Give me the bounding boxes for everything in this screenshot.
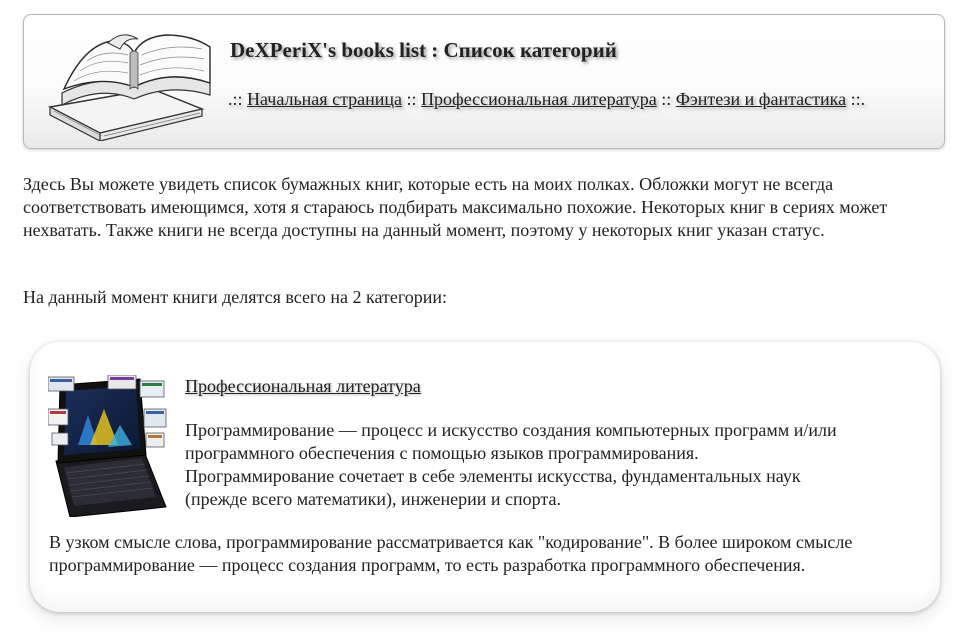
category-link-professional-literature[interactable]: Профессиональная литература — [185, 375, 421, 398]
category-description-extended: В узком смысле слова, программирование р… — [49, 532, 853, 575]
category-card: Профессиональная литература Программиров… — [30, 342, 940, 612]
category-description-line: Программирование сочетает в себе элемент… — [185, 466, 801, 486]
laptop-programming-image — [48, 375, 167, 517]
breadcrumb-nav: .:: Начальная страница :: Профессиональн… — [228, 88, 865, 111]
category-description-line: Программирование — процесс и искусство с… — [185, 420, 837, 440]
category-count-text: На данный момент книги делятся всего на … — [23, 287, 448, 307]
category-description-line: программного обеспечения с помощью языко… — [185, 443, 699, 463]
category-description-line: (прежде всего математики), инженерии и с… — [185, 489, 561, 509]
intro-text: Здесь Вы можете увидеть список бумажных … — [23, 174, 888, 240]
open-book-logo — [47, 34, 211, 141]
page-title: DeXPeriX's books list : Список категорий — [230, 38, 617, 62]
nav-link-professional-literature[interactable]: Профессиональная литература — [421, 89, 657, 109]
nav-prefix: .:: — [228, 89, 243, 109]
header-panel: DeXPeriX's books list : Список категорий… — [23, 14, 945, 149]
nav-link-fantasy[interactable]: Фэнтези и фантастика — [676, 89, 846, 109]
nav-separator: :: — [661, 89, 672, 109]
category-description: Программирование — процесс и искусство с… — [185, 419, 920, 511]
nav-link-home[interactable]: Начальная страница — [247, 89, 402, 109]
nav-suffix: ::. — [850, 89, 866, 109]
nav-separator: :: — [406, 89, 417, 109]
